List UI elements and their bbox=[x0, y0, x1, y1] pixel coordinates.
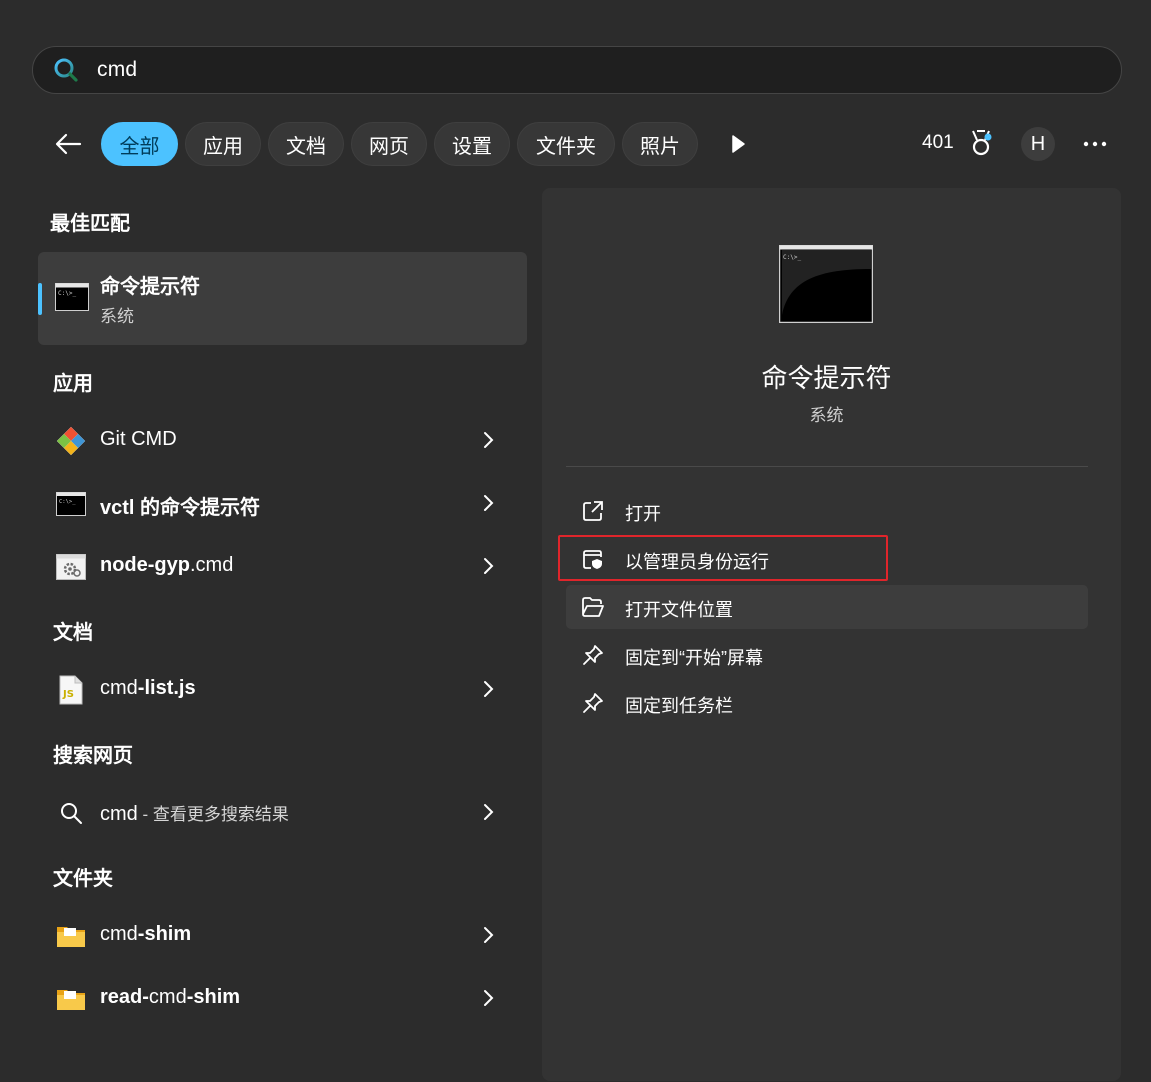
filter-apps[interactable]: 应用 bbox=[185, 122, 261, 166]
filter-bar: 全部 应用 文档 网页 设置 文件夹 照片 401 H bbox=[0, 120, 1151, 168]
action-label: 打开文件位置 bbox=[625, 600, 733, 620]
action-pin-to-start[interactable]: 固定到“开始”屏幕 bbox=[566, 633, 1088, 677]
section-documents: 文档 bbox=[53, 622, 93, 644]
svg-text:C:\>_: C:\>_ bbox=[59, 499, 76, 505]
list-item-cmd-list-js[interactable]: JS cmd-list.js bbox=[38, 662, 527, 716]
chevron-right-icon[interactable] bbox=[482, 800, 498, 824]
action-open-file-location[interactable]: 打开文件位置 bbox=[566, 585, 1088, 629]
detail-subtitle: 系统 bbox=[809, 406, 844, 425]
section-best-match: 最佳匹配 bbox=[50, 213, 130, 235]
svg-text:JS: JS bbox=[62, 689, 74, 700]
chevron-right-icon[interactable] bbox=[482, 986, 498, 1010]
chevron-right-icon[interactable] bbox=[482, 554, 498, 578]
folder-icon bbox=[55, 920, 87, 952]
chevron-right-icon[interactable] bbox=[482, 923, 498, 947]
section-folders: 文件夹 bbox=[53, 868, 113, 890]
open-external-icon bbox=[581, 499, 605, 523]
pin-icon bbox=[581, 643, 605, 667]
list-item-label: Git CMD bbox=[100, 428, 177, 450]
best-match-item[interactable]: C:\>_ 命令提示符 系统 bbox=[38, 252, 527, 345]
filter-settings[interactable]: 设置 bbox=[434, 122, 510, 166]
action-label: 固定到任务栏 bbox=[625, 696, 733, 716]
list-item-label: read-cmd-shim bbox=[100, 986, 241, 1008]
best-match-subtitle: 系统 bbox=[100, 307, 134, 326]
search-icon bbox=[53, 57, 79, 83]
selection-indicator bbox=[38, 283, 42, 315]
list-item-git-cmd[interactable]: Git CMD bbox=[38, 413, 527, 467]
action-label: 固定到“开始”屏幕 bbox=[625, 648, 763, 668]
search-input[interactable]: cmd bbox=[97, 58, 137, 82]
folder-open-icon bbox=[581, 595, 605, 619]
list-item-cmd-shim[interactable]: cmd-shim bbox=[38, 908, 527, 962]
action-pin-to-taskbar[interactable]: 固定到任务栏 bbox=[566, 681, 1088, 725]
filter-photos[interactable]: 照片 bbox=[622, 122, 698, 166]
cmd-icon: C:\>_ bbox=[55, 283, 89, 316]
search-icon bbox=[55, 797, 87, 829]
folder-icon bbox=[55, 983, 87, 1015]
list-item-web-search[interactable]: cmd - 查看更多搜索结果 bbox=[38, 785, 527, 839]
list-item-label: cmd-list.js bbox=[100, 677, 196, 699]
best-match-title: 命令提示符 bbox=[100, 276, 200, 298]
filter-all[interactable]: 全部 bbox=[101, 122, 178, 166]
list-item-label: vctl 的命令提示符 bbox=[100, 497, 261, 519]
action-open[interactable]: 打开 bbox=[566, 489, 1088, 533]
rewards-points: 401 bbox=[922, 132, 954, 153]
section-apps: 应用 bbox=[53, 373, 93, 395]
cmd-large-icon: C:\>_ bbox=[778, 244, 874, 328]
list-item-label: cmd - 查看更多搜索结果 bbox=[100, 803, 289, 825]
detail-pane: C:\>_ 命令提示符 系统 打开 以管理员身份运行 打开文件位置 固定到“开始… bbox=[542, 188, 1121, 1081]
filter-folders[interactable]: 文件夹 bbox=[517, 122, 615, 166]
svg-text:C:\>_: C:\>_ bbox=[58, 290, 76, 297]
filter-documents[interactable]: 文档 bbox=[268, 122, 344, 166]
search-box[interactable]: cmd bbox=[32, 46, 1122, 94]
cmd-icon: C:\>_ bbox=[55, 488, 87, 520]
more-options-icon[interactable] bbox=[1080, 130, 1110, 158]
filter-web[interactable]: 网页 bbox=[351, 122, 427, 166]
action-label: 打开 bbox=[625, 504, 661, 524]
back-arrow-icon[interactable] bbox=[52, 128, 84, 160]
more-filters-play-icon[interactable] bbox=[728, 133, 748, 160]
js-file-icon: JS bbox=[55, 674, 87, 706]
rewards-medal-icon[interactable] bbox=[968, 129, 994, 164]
list-item-read-cmd-shim[interactable]: read-cmd-shim bbox=[38, 971, 527, 1025]
chevron-right-icon[interactable] bbox=[482, 428, 498, 452]
settings-file-icon bbox=[55, 551, 87, 583]
annotation-highlight-box bbox=[558, 535, 888, 581]
list-item-vctl-cmd[interactable]: C:\>_ vctl 的命令提示符 bbox=[38, 476, 527, 530]
chevron-right-icon[interactable] bbox=[482, 677, 498, 701]
list-item-node-gyp[interactable]: node-gyp.cmd bbox=[38, 539, 527, 593]
section-search-web: 搜索网页 bbox=[53, 745, 133, 767]
git-icon bbox=[55, 425, 87, 457]
avatar[interactable]: H bbox=[1021, 127, 1055, 161]
detail-title: 命令提示符 bbox=[761, 363, 892, 393]
divider bbox=[566, 466, 1088, 467]
list-item-label: node-gyp.cmd bbox=[100, 554, 234, 576]
svg-text:C:\>_: C:\>_ bbox=[783, 254, 801, 261]
list-item-label: cmd-shim bbox=[100, 923, 192, 945]
pin-icon bbox=[581, 691, 605, 715]
chevron-right-icon[interactable] bbox=[482, 491, 498, 515]
